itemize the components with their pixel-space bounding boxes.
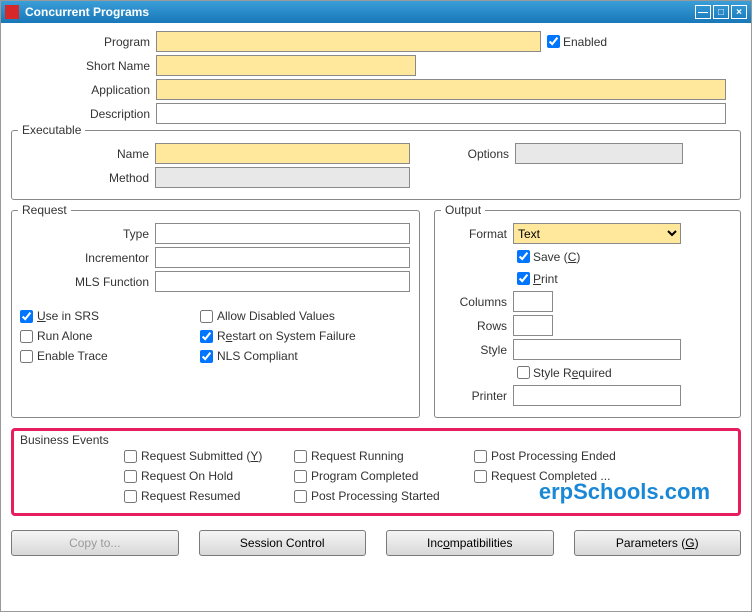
nls-checkbox[interactable] bbox=[200, 350, 213, 363]
enabled-label: Enabled bbox=[563, 35, 607, 49]
restart-label: Restart on System Failure bbox=[217, 329, 356, 343]
exec-options-input[interactable] bbox=[515, 143, 683, 164]
type-input[interactable] bbox=[155, 223, 410, 244]
program-input[interactable] bbox=[156, 31, 541, 52]
executable-group: Executable Name Options Method bbox=[11, 130, 741, 200]
incrementor-label: Incrementor bbox=[20, 251, 155, 265]
enabled-checkbox[interactable] bbox=[547, 35, 560, 48]
rows-label: Rows bbox=[443, 319, 513, 333]
window-title: Concurrent Programs bbox=[25, 5, 695, 19]
exec-name-input[interactable] bbox=[155, 143, 410, 164]
minimize-icon[interactable]: — bbox=[695, 5, 711, 19]
titlebar: Concurrent Programs — □ × bbox=[1, 1, 751, 23]
req-submitted-checkbox[interactable] bbox=[124, 450, 137, 463]
program-label: Program bbox=[11, 35, 156, 49]
prog-completed-label: Program Completed bbox=[311, 469, 418, 483]
maximize-icon[interactable]: □ bbox=[713, 5, 729, 19]
oracle-icon bbox=[5, 5, 19, 19]
business-events-group: Business Events Request Submitted (Y) Re… bbox=[11, 428, 741, 516]
mls-label: MLS Function bbox=[20, 275, 155, 289]
prog-completed-checkbox[interactable] bbox=[294, 470, 307, 483]
use-in-srs-checkbox[interactable] bbox=[20, 310, 33, 323]
printer-input[interactable] bbox=[513, 385, 681, 406]
exec-options-label: Options bbox=[410, 147, 515, 161]
format-label: Format bbox=[443, 227, 513, 241]
post-started-label: Post Processing Started bbox=[311, 489, 440, 503]
post-started-checkbox[interactable] bbox=[294, 490, 307, 503]
exec-method-input[interactable] bbox=[155, 167, 410, 188]
style-label: Style bbox=[443, 343, 513, 357]
short-name-label: Short Name bbox=[11, 59, 156, 73]
save-label: Save (C) bbox=[533, 250, 580, 264]
copy-to-button: Copy to... bbox=[11, 530, 179, 556]
style-required-checkbox[interactable] bbox=[517, 366, 530, 379]
print-checkbox[interactable] bbox=[517, 272, 530, 285]
printer-label: Printer bbox=[443, 389, 513, 403]
incompatibilities-button[interactable]: Incompatibilities bbox=[386, 530, 554, 556]
enable-trace-label: Enable Trace bbox=[37, 349, 108, 363]
save-checkbox[interactable] bbox=[517, 250, 530, 263]
req-on-hold-label: Request On Hold bbox=[141, 469, 233, 483]
req-on-hold-checkbox[interactable] bbox=[124, 470, 137, 483]
req-running-checkbox[interactable] bbox=[294, 450, 307, 463]
incrementor-input[interactable] bbox=[155, 247, 410, 268]
rows-input[interactable] bbox=[513, 315, 553, 336]
business-events-legend: Business Events bbox=[20, 433, 109, 447]
run-alone-label: Run Alone bbox=[37, 329, 92, 343]
req-resumed-checkbox[interactable] bbox=[124, 490, 137, 503]
nls-label: NLS Compliant bbox=[217, 349, 298, 363]
type-label: Type bbox=[20, 227, 155, 241]
application-input[interactable] bbox=[156, 79, 726, 100]
output-legend: Output bbox=[441, 203, 485, 217]
allow-disabled-checkbox[interactable] bbox=[200, 310, 213, 323]
req-completed-checkbox[interactable] bbox=[474, 470, 487, 483]
executable-legend: Executable bbox=[18, 123, 85, 137]
allow-disabled-label: Allow Disabled Values bbox=[217, 309, 335, 323]
restart-checkbox[interactable] bbox=[200, 330, 213, 343]
req-resumed-label: Request Resumed bbox=[141, 489, 240, 503]
style-input[interactable] bbox=[513, 339, 681, 360]
mls-input[interactable] bbox=[155, 271, 410, 292]
req-submitted-label: Request Submitted (Y) bbox=[141, 449, 262, 463]
close-icon[interactable]: × bbox=[731, 5, 747, 19]
description-input[interactable] bbox=[156, 103, 726, 124]
description-label: Description bbox=[11, 107, 156, 121]
req-completed-label: Request Completed ... bbox=[491, 469, 610, 483]
session-control-button[interactable]: Session Control bbox=[199, 530, 367, 556]
format-select[interactable]: Text bbox=[513, 223, 681, 244]
print-label: Print bbox=[533, 272, 558, 286]
enable-trace-checkbox[interactable] bbox=[20, 350, 33, 363]
parameters-button[interactable]: Parameters (G) bbox=[574, 530, 742, 556]
run-alone-checkbox[interactable] bbox=[20, 330, 33, 343]
use-in-srs-label: Use in SRS bbox=[37, 309, 99, 323]
req-running-label: Request Running bbox=[311, 449, 404, 463]
application-label: Application bbox=[11, 83, 156, 97]
exec-method-label: Method bbox=[20, 171, 155, 185]
post-ended-label: Post Processing Ended bbox=[491, 449, 616, 463]
output-group: Output Format Text Save (C) Print bbox=[434, 210, 741, 418]
columns-label: Columns bbox=[443, 295, 513, 309]
request-legend: Request bbox=[18, 203, 71, 217]
columns-input[interactable] bbox=[513, 291, 553, 312]
post-ended-checkbox[interactable] bbox=[474, 450, 487, 463]
request-group: Request Type Incrementor MLS Function bbox=[11, 210, 420, 418]
short-name-input[interactable] bbox=[156, 55, 416, 76]
exec-name-label: Name bbox=[20, 147, 155, 161]
window-frame: Concurrent Programs — □ × Program Enable… bbox=[0, 0, 752, 612]
style-required-label: Style Required bbox=[533, 366, 612, 380]
